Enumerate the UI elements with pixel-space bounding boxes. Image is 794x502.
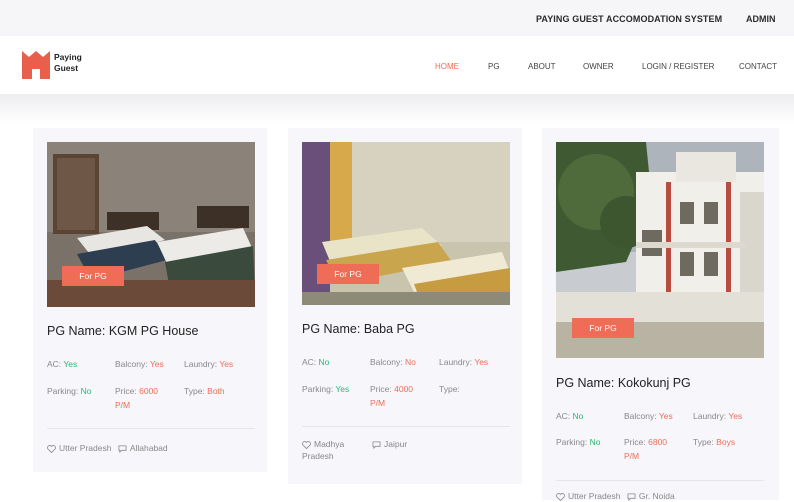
parking-value: Yes	[335, 384, 350, 394]
ac-info: AC: Yes	[47, 357, 77, 371]
top-bar: PAYING GUEST ACCOMODATION SYSTEM ADMIN	[0, 0, 794, 36]
parking-info: Parking: No	[47, 384, 91, 398]
heart-icon	[47, 444, 56, 453]
laundry-label: Laundry:	[439, 357, 473, 367]
laundry-info: Laundry: Yes	[693, 409, 742, 423]
ac-value: No	[572, 411, 584, 421]
pg-card[interactable]: For PG PG Name: Kokokunj PG AC: No Balco…	[542, 128, 779, 502]
for-pg-badge[interactable]: For PG	[62, 266, 124, 286]
balcony-value: Yes	[149, 359, 164, 369]
logo-line-2: Guest	[54, 63, 79, 73]
location-state-block: Madhya Pradesh	[302, 438, 362, 462]
laundry-info: Laundry: Yes	[184, 357, 233, 371]
page-banner-strip	[0, 94, 794, 124]
ac-info: AC: No	[302, 355, 329, 369]
type-label: Type:	[184, 386, 205, 396]
balcony-value: No	[404, 357, 416, 367]
price-info: Price: 4000 P/M	[370, 382, 413, 410]
price-period: P/M	[370, 398, 386, 408]
nav-login-register[interactable]: LOGIN / REGISTER	[642, 62, 714, 71]
ac-info: AC: No	[556, 409, 583, 423]
ac-value: No	[318, 357, 330, 367]
type-label: Type:	[439, 384, 460, 394]
balcony-value: Yes	[658, 411, 673, 421]
price-info: Price: 6800 P/M	[624, 435, 667, 463]
location-city: Allahabad	[129, 443, 168, 453]
type-info: Type: Boys	[693, 435, 735, 449]
house-logo-icon[interactable]	[22, 49, 50, 84]
location-state: Utter Pradesh	[59, 443, 112, 453]
comment-icon	[118, 445, 127, 453]
for-pg-badge[interactable]: For PG	[572, 318, 634, 338]
card-divider	[556, 480, 764, 481]
nav-home[interactable]: HOME	[435, 62, 459, 71]
laundry-value: Yes	[219, 359, 234, 369]
balcony-label: Balcony:	[624, 411, 657, 421]
price-period: P/M	[624, 451, 640, 461]
laundry-info: Laundry: Yes	[439, 355, 488, 369]
type-value: Boys	[716, 437, 736, 447]
admin-link[interactable]: ADMIN	[746, 14, 776, 24]
type-label: Type:	[693, 437, 714, 447]
price-label: Price:	[370, 384, 392, 394]
for-pg-badge[interactable]: For PG	[317, 264, 379, 284]
parking-info: Parking: No	[556, 435, 600, 449]
main-navbar: Paying Guest HOME PG ABOUT OWNER LOGIN /…	[0, 36, 794, 94]
pg-name[interactable]: PG Name: Baba PG	[302, 322, 415, 336]
parking-info: Parking: Yes	[302, 382, 349, 396]
pg-card[interactable]: For PG PG Name: KGM PG House AC: Yes Bal…	[33, 128, 267, 472]
nav-owner[interactable]: OWNER	[583, 62, 614, 71]
location-state-line-1: Madhya	[314, 439, 345, 449]
laundry-label: Laundry:	[693, 411, 727, 421]
ac-label: AC:	[556, 411, 571, 421]
nav-about[interactable]: ABOUT	[528, 62, 556, 71]
type-info: Type: Both	[184, 384, 225, 398]
parking-label: Parking:	[556, 437, 588, 447]
price-period: P/M	[115, 400, 131, 410]
balcony-info: Balcony: No	[370, 355, 416, 369]
location-row: Utter Pradesh Allahabad	[47, 442, 168, 454]
price-value: 6800	[648, 437, 668, 447]
ac-label: AC:	[47, 359, 62, 369]
type-value: Both	[207, 386, 225, 396]
nav-contact[interactable]: CONTACT	[739, 62, 777, 71]
balcony-label: Balcony:	[115, 359, 148, 369]
price-info: Price: 6000 P/M	[115, 384, 158, 412]
type-info: Type:	[439, 382, 460, 396]
logo-text[interactable]: Paying Guest	[54, 52, 82, 74]
price-value: 4000	[394, 384, 414, 394]
comment-icon	[372, 441, 381, 449]
balcony-label: Balcony:	[370, 357, 403, 367]
parking-value: No	[589, 437, 601, 447]
price-value: 6000	[139, 386, 159, 396]
price-label: Price:	[624, 437, 646, 447]
ac-label: AC:	[302, 357, 317, 367]
parking-label: Parking:	[47, 386, 79, 396]
parking-value: No	[80, 386, 92, 396]
ac-value: Yes	[63, 359, 78, 369]
pg-name[interactable]: PG Name: KGM PG House	[47, 324, 198, 338]
logo-line-1: Paying	[54, 52, 82, 62]
nav-pg[interactable]: PG	[488, 62, 500, 71]
location-city-block: Jaipur	[372, 438, 452, 450]
balcony-info: Balcony: Yes	[115, 357, 164, 371]
balcony-info: Balcony: Yes	[624, 409, 673, 423]
laundry-value: Yes	[474, 357, 489, 367]
pg-card[interactable]: For PG PG Name: Baba PG AC: No Balcony: …	[288, 128, 522, 484]
location-state-line-2: Pradesh	[302, 451, 334, 461]
laundry-label: Laundry:	[184, 359, 218, 369]
heart-icon	[302, 440, 311, 449]
system-title: PAYING GUEST ACCOMODATION SYSTEM	[536, 14, 723, 24]
card-divider	[47, 428, 255, 429]
price-label: Price:	[115, 386, 137, 396]
pg-name[interactable]: PG Name: Kokokunj PG	[556, 376, 691, 390]
laundry-value: Yes	[728, 411, 743, 421]
location-city: Jaipur	[384, 439, 408, 449]
card-divider	[302, 426, 510, 427]
parking-label: Parking:	[302, 384, 334, 394]
location-row: Utter Pradesh Gr. Noida	[556, 490, 675, 502]
